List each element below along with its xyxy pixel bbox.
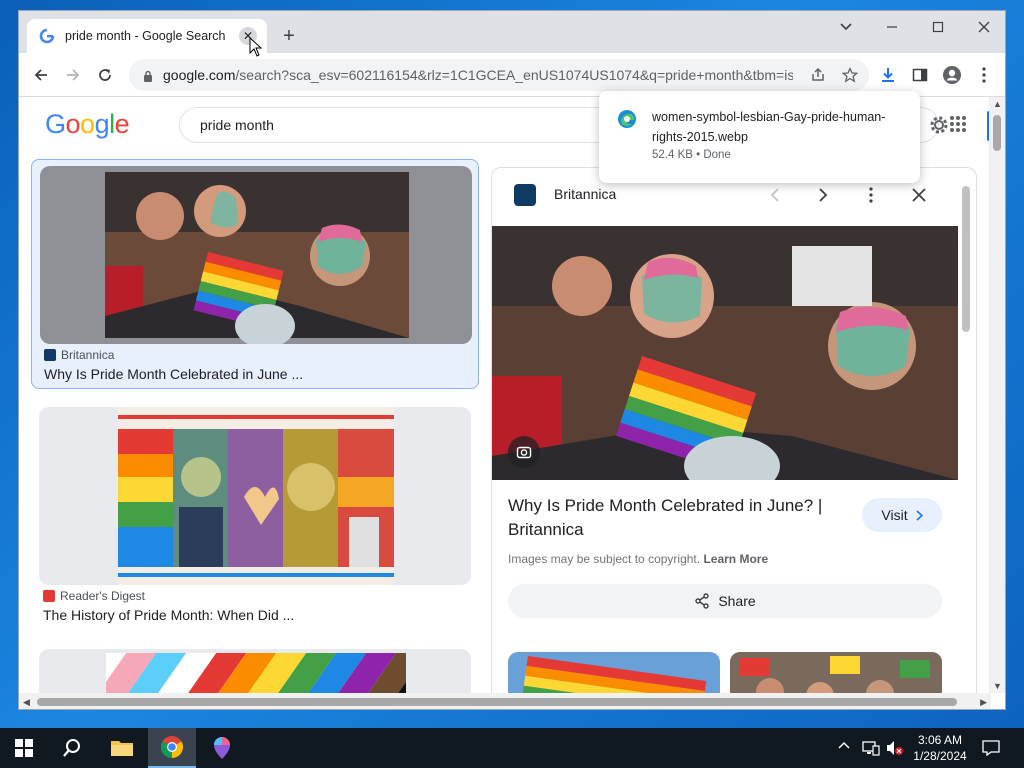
system-clock[interactable]: 3:06 AM 1/28/2024: [908, 732, 972, 764]
file-explorer-icon[interactable]: [98, 728, 146, 768]
next-image-icon[interactable]: [810, 182, 836, 208]
volume-muted-icon[interactable]: [886, 740, 904, 759]
visit-button[interactable]: Visit: [862, 498, 942, 532]
tab-strip: pride month - Google Search ✕ +: [19, 11, 1005, 53]
result-source[interactable]: Reader's Digest: [43, 589, 145, 603]
result-image-frame: [40, 166, 472, 344]
preview-image-pride-crowd: [492, 226, 958, 480]
result-title[interactable]: The History of Pride Month: When Did ...: [43, 607, 294, 623]
image-preview-panel: Britannica Why Is Pride Month Celebrated…: [491, 167, 977, 693]
side-panel-icon[interactable]: [909, 64, 931, 86]
google-favicon-icon: [39, 28, 55, 44]
mouse-cursor-icon: [249, 37, 263, 57]
show-hidden-icons-icon[interactable]: [838, 738, 850, 753]
new-tab-button[interactable]: +: [277, 24, 301, 48]
bookmark-star-icon[interactable]: [841, 66, 859, 84]
image-result-progress-flag[interactable]: [31, 643, 479, 693]
apps-grid-icon[interactable]: [949, 115, 967, 133]
maximize-icon[interactable]: [915, 11, 961, 43]
settings-gear-icon[interactable]: [927, 113, 951, 137]
lens-search-icon[interactable]: [508, 436, 540, 468]
share-page-icon[interactable]: [809, 66, 827, 84]
maps-pin-icon[interactable]: [198, 728, 246, 768]
share-button[interactable]: Share: [508, 584, 942, 618]
result-image-pride-crowd: [105, 172, 409, 344]
browser-window: pride month - Google Search ✕ + google.c…: [18, 10, 1006, 710]
related-image-2[interactable]: [730, 652, 942, 693]
copyright-notice: Images may be subject to copyright. Lear…: [508, 552, 769, 566]
tab-search-chevron-icon[interactable]: [823, 11, 869, 43]
page-vertical-scrollbar[interactable]: ▲ ▼: [989, 97, 1005, 693]
page-horizontal-scrollbar[interactable]: ◀ ▶: [19, 693, 991, 709]
tab-title: pride month - Google Search: [65, 29, 226, 43]
lock-icon: [143, 69, 153, 82]
image-result-readers-digest[interactable]: Reader's Digest The History of Pride Mon…: [31, 401, 479, 631]
back-arrow-icon[interactable]: [29, 63, 53, 87]
result-title[interactable]: Why Is Pride Month Celebrated in June ..…: [44, 366, 303, 382]
preview-image[interactable]: [492, 226, 958, 480]
network-icon[interactable]: [862, 740, 880, 759]
forward-arrow-icon[interactable]: [61, 63, 85, 87]
result-image-frame: [39, 407, 471, 585]
google-logo[interactable]: Google: [45, 109, 130, 140]
result-image-progress-flag: [106, 653, 406, 693]
learn-more-link[interactable]: Learn More: [703, 552, 768, 566]
url-text: google.com/search?sca_esv=602116154&rlz=…: [163, 67, 793, 83]
result-image-pride-collage: [118, 407, 394, 585]
profile-avatar-icon[interactable]: [941, 64, 963, 86]
preview-title[interactable]: Why Is Pride Month Celebrated in June? |…: [508, 494, 848, 542]
chrome-icon[interactable]: [148, 728, 196, 768]
preview-scrollbar[interactable]: [958, 168, 974, 693]
minimize-icon[interactable]: [869, 11, 915, 43]
google-images-page: Google pride month Britannica Why Is Pri…: [19, 97, 991, 693]
more-options-icon[interactable]: [858, 182, 884, 208]
address-bar[interactable]: google.com/search?sca_esv=602116154&rlz=…: [129, 59, 869, 91]
tab-google-search[interactable]: pride month - Google Search ✕: [27, 19, 267, 53]
britannica-logo-icon: [514, 184, 536, 206]
notification-center-icon[interactable]: [982, 740, 1000, 759]
britannica-favicon-icon: [44, 349, 56, 361]
chevron-right-icon: [916, 509, 923, 521]
readers-digest-favicon-icon: [43, 590, 55, 602]
preview-source[interactable]: Britannica: [554, 186, 616, 202]
share-icon: [695, 593, 710, 609]
result-source[interactable]: Britannica: [44, 348, 114, 362]
close-preview-icon[interactable]: [906, 182, 932, 208]
previous-image-icon[interactable]: [762, 182, 788, 208]
edge-file-icon: [618, 110, 636, 128]
reload-icon[interactable]: [93, 63, 117, 87]
download-icon[interactable]: [877, 64, 899, 86]
close-window-icon[interactable]: [961, 11, 1005, 43]
image-result-britannica[interactable]: Britannica Why Is Pride Month Celebrated…: [31, 159, 479, 389]
start-button-icon[interactable]: [0, 728, 48, 768]
download-filename[interactable]: women-symbol-lesbian-Gay-pride-human-rig…: [652, 107, 910, 147]
related-image-1[interactable]: [508, 652, 720, 693]
menu-kebab-icon[interactable]: [973, 64, 995, 86]
search-icon[interactable]: [48, 728, 96, 768]
download-bubble[interactable]: women-symbol-lesbian-Gay-pride-human-rig…: [599, 91, 920, 183]
result-image-frame: [39, 649, 471, 693]
download-status: 52.4 KB • Done: [652, 149, 731, 161]
windows-taskbar: 3:06 AM 1/28/2024: [0, 728, 1024, 768]
